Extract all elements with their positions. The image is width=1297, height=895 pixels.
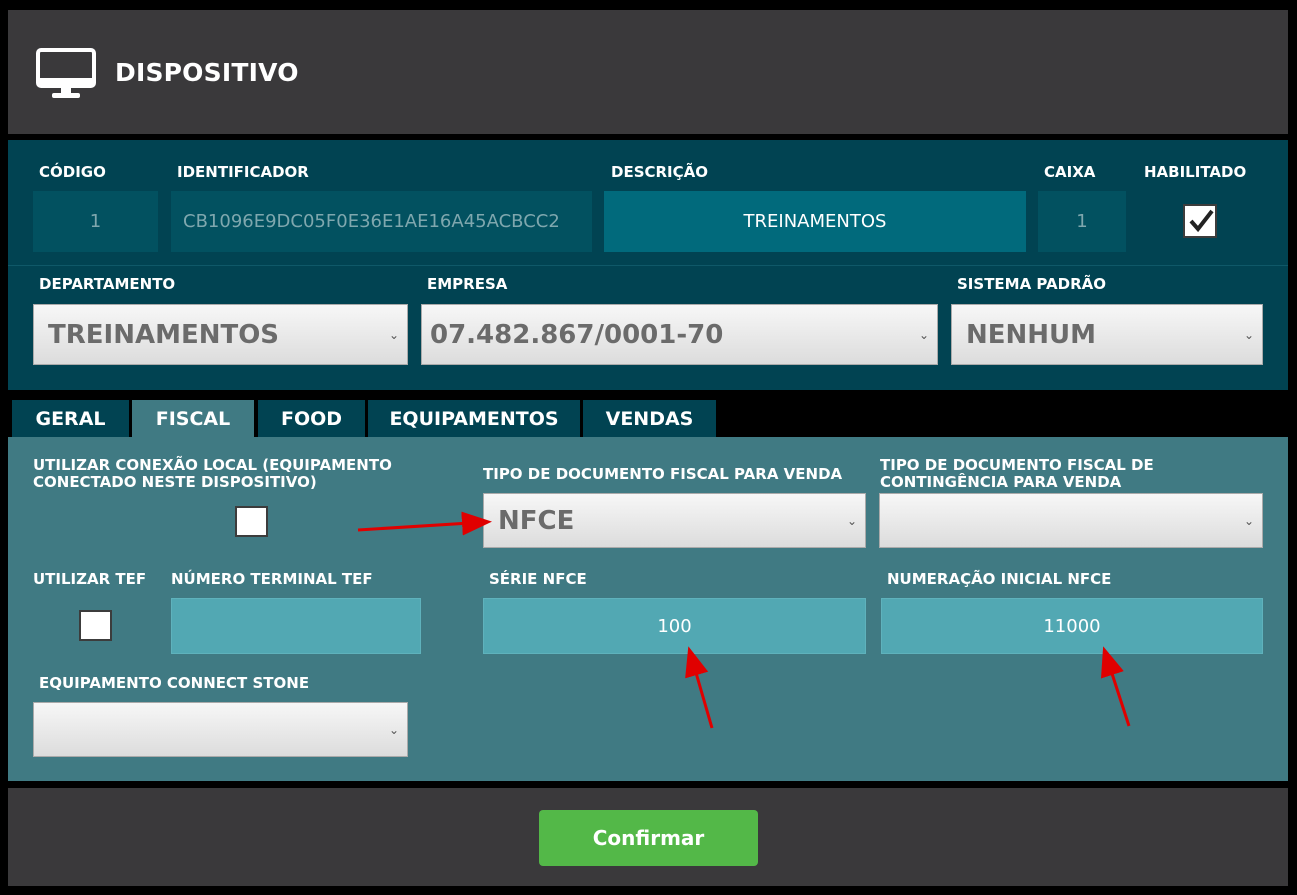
page-footer: Confirmar xyxy=(8,788,1288,886)
departamento-label: DEPARTAMENTO xyxy=(39,275,176,293)
caixa-field: 1 xyxy=(1038,191,1126,252)
chevron-down-icon: ⌄ xyxy=(918,327,929,342)
conexao-local-checkbox[interactable] xyxy=(235,506,268,537)
tipo-doc-label: TIPO DE DOCUMENTO FISCAL PARA VENDA xyxy=(483,465,843,483)
checkmark-icon xyxy=(1189,209,1214,233)
chevron-down-icon: ⌄ xyxy=(388,722,399,737)
codigo-label: CÓDIGO xyxy=(39,163,106,181)
fiscal-panel: UTILIZAR CONEXÃO LOCAL (EQUIPAMENTO CONE… xyxy=(8,437,1288,781)
tab-vendas[interactable]: VENDAS xyxy=(583,400,716,437)
serie-nfce-label: SÉRIE NFCE xyxy=(489,570,587,588)
sistema-padrao-select[interactable]: NENHUM ⌄ xyxy=(951,304,1263,365)
tipo-doc-select[interactable]: NFCE ⌄ xyxy=(483,493,866,548)
caixa-label: CAIXA xyxy=(1044,163,1096,181)
sistema-padrao-value: NENHUM xyxy=(966,319,1097,350)
tab-fiscal[interactable]: FISCAL xyxy=(132,400,254,437)
numero-terminal-tef-input[interactable] xyxy=(171,598,421,654)
descricao-field[interactable]: TREINAMENTOS xyxy=(604,191,1026,252)
descricao-label: DESCRIÇÃO xyxy=(611,163,709,181)
monitor-icon xyxy=(36,48,96,98)
habilitado-label: HABILITADO xyxy=(1144,163,1247,181)
habilitado-checkbox[interactable] xyxy=(1183,204,1217,238)
numeracao-inicial-nfce-label: NUMERAÇÃO INICIAL NFCE xyxy=(887,570,1112,588)
tab-geral[interactable]: GERAL xyxy=(12,400,129,437)
departamento-value: TREINAMENTOS xyxy=(48,319,280,350)
chevron-down-icon: ⌄ xyxy=(388,327,399,342)
utilizar-tef-checkbox[interactable] xyxy=(79,610,112,641)
tab-food[interactable]: FOOD xyxy=(258,400,365,437)
numeracao-inicial-nfce-input[interactable]: 11000 xyxy=(881,598,1263,654)
tipo-doc-contingencia-label: TIPO DE DOCUMENTO FISCAL DE CONTINGÊNCIA… xyxy=(880,456,1154,491)
identificador-label: IDENTIFICADOR xyxy=(177,163,309,181)
conexao-local-label: UTILIZAR CONEXÃO LOCAL (EQUIPAMENTO CONE… xyxy=(33,456,392,491)
chevron-down-icon: ⌄ xyxy=(1243,327,1254,342)
empresa-label: EMPRESA xyxy=(427,275,508,293)
utilizar-tef-label: UTILIZAR TEF xyxy=(33,570,147,588)
equipamento-connect-stone-select[interactable]: ⌄ xyxy=(33,702,408,757)
row-divider xyxy=(8,265,1288,266)
page-header: DISPOSITIVO xyxy=(8,10,1288,134)
device-info-panel: CÓDIGO IDENTIFICADOR DESCRIÇÃO CAIXA HAB… xyxy=(8,140,1288,390)
identificador-field: CB1096E9DC05F0E36E1AE16A45ACBCC2 xyxy=(171,191,592,252)
tipo-doc-value: NFCE xyxy=(498,505,575,536)
numero-terminal-tef-label: NÚMERO TERMINAL TEF xyxy=(171,570,373,588)
page-title: DISPOSITIVO xyxy=(115,58,299,87)
equipamento-connect-stone-label: EQUIPAMENTO CONNECT STONE xyxy=(39,674,310,692)
sistema-padrao-label: SISTEMA PADRÃO xyxy=(957,275,1107,293)
departamento-select[interactable]: TREINAMENTOS ⌄ xyxy=(33,304,408,365)
tab-equipamentos[interactable]: EQUIPAMENTOS xyxy=(368,400,580,437)
tipo-doc-contingencia-select[interactable]: ⌄ xyxy=(879,493,1263,548)
chevron-down-icon: ⌄ xyxy=(1243,513,1254,528)
confirm-button[interactable]: Confirmar xyxy=(539,810,758,866)
serie-nfce-input[interactable]: 100 xyxy=(483,598,866,654)
empresa-select[interactable]: 07.482.867/0001-70 ⌄ xyxy=(421,304,938,365)
chevron-down-icon: ⌄ xyxy=(846,513,857,528)
codigo-field: 1 xyxy=(33,191,158,252)
empresa-value: 07.482.867/0001-70 xyxy=(430,319,724,350)
